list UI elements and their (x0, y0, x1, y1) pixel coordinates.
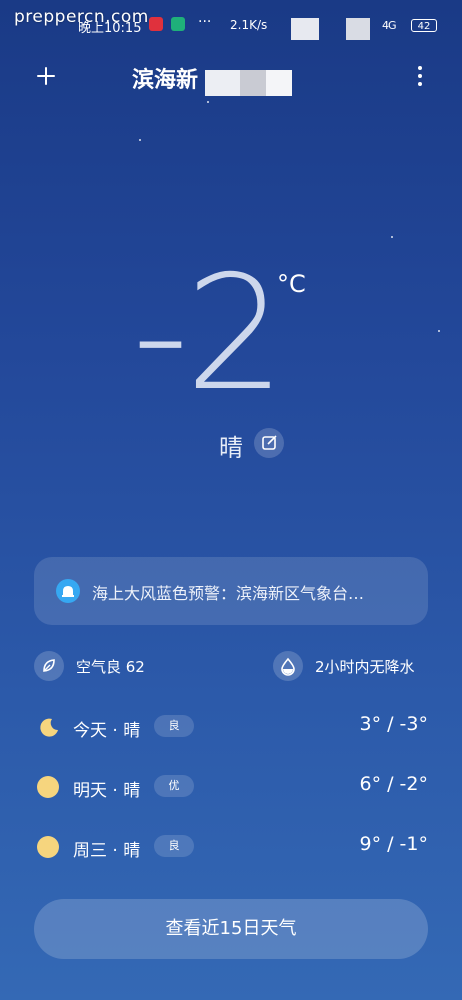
current-condition: 晴 (219, 434, 243, 462)
alert-text: 海上大风蓝色预警：滨海新区气象台… (92, 584, 365, 603)
more-vertical-icon (418, 66, 422, 70)
more-options-button[interactable] (408, 62, 432, 90)
city-redacted (266, 70, 292, 96)
air-quality-label[interactable]: 空气良 62 (76, 656, 145, 677)
city-name[interactable]: 滨海新 (132, 62, 198, 94)
add-city-button[interactable] (30, 60, 62, 92)
forecast-temps: 3° / -3° (359, 713, 428, 735)
edit-button[interactable] (254, 428, 284, 458)
more-vertical-icon (418, 74, 422, 78)
raindrop-icon (273, 651, 303, 681)
forecast-day: 周三 · 晴 (73, 841, 141, 861)
signal-4g-icon: 4G (382, 19, 396, 32)
forecast-temps: 6° / -2° (359, 773, 428, 795)
weather-alert-card[interactable]: 海上大风蓝色预警：滨海新区气象台… (34, 557, 428, 625)
view-15-day-forecast-button[interactable]: 查看近15日天气 (34, 899, 428, 959)
city-redacted (240, 70, 266, 96)
status-time: 晚上10:15 (78, 21, 142, 36)
shield-notification-icon (171, 17, 185, 31)
app-notification-icon (149, 17, 163, 31)
leaf-icon (34, 651, 64, 681)
more-vertical-icon (418, 82, 422, 86)
forecast-temps: 9° / -1° (359, 833, 428, 855)
forecast-row-wednesday[interactable]: 周三 · 晴 良 9° / -1° (0, 828, 462, 868)
edit-icon (262, 435, 277, 450)
status-redacted (291, 18, 319, 40)
air-quality-badge: 良 (154, 715, 194, 737)
temperature-unit: °C (277, 270, 306, 298)
star (207, 101, 209, 103)
precipitation-label[interactable]: 2小时内无降水 (315, 656, 415, 677)
network-speed: 2.1K/s (230, 18, 268, 32)
air-quality-badge: 优 (154, 775, 194, 797)
moon-icon (37, 716, 59, 738)
city-redacted (205, 70, 240, 96)
current-temperature: -2 (132, 242, 286, 426)
forecast-day: 明天 · 晴 (73, 781, 141, 801)
forecast-row-today[interactable]: 今天 · 晴 良 3° / -3° (0, 708, 462, 748)
forecast-row-tomorrow[interactable]: 明天 · 晴 优 6° / -2° (0, 768, 462, 808)
warning-siren-icon (56, 579, 80, 603)
forecast-day: 今天 · 晴 (73, 721, 141, 741)
status-redacted (346, 18, 370, 40)
star (438, 330, 440, 332)
battery-icon: 42 (411, 19, 437, 32)
sun-icon (37, 836, 59, 858)
more-notifications-icon: ··· (198, 14, 212, 30)
star (391, 236, 393, 238)
sun-icon (37, 776, 59, 798)
star (139, 139, 141, 141)
air-quality-badge: 良 (154, 835, 194, 857)
